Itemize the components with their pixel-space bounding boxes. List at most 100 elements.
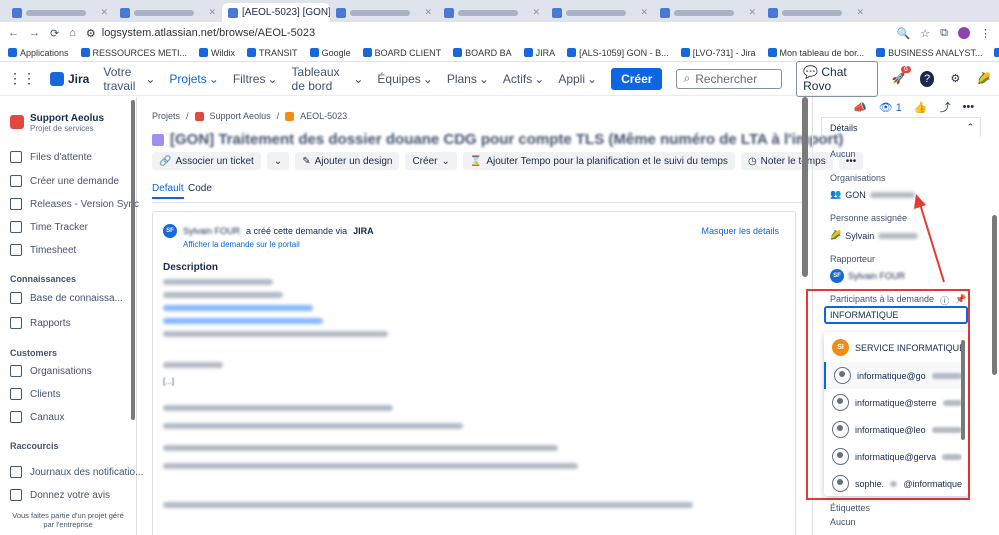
jira-logo[interactable]: Jira xyxy=(50,71,89,86)
option-user[interactable]: informatique@leo xyxy=(824,416,962,443)
nav-item[interactable]: Filtres ⌄ xyxy=(233,65,278,93)
browser-tab[interactable]: ✕ xyxy=(6,3,114,22)
nav-item[interactable]: Équipes ⌄ xyxy=(377,65,432,93)
link-issue-button[interactable]: 🔗 Associer un ticket xyxy=(152,152,261,170)
close-tab-icon[interactable]: ✕ xyxy=(532,7,540,18)
nav-item[interactable]: Projets ⌄ xyxy=(169,65,218,93)
notifications-icon[interactable]: 🚀 6 xyxy=(892,65,911,87)
bookmark-item[interactable]: Google xyxy=(309,48,351,58)
browser-tab[interactable]: ✕ xyxy=(546,3,654,22)
sidebar-item[interactable]: Donnez votre avis xyxy=(10,489,110,501)
create-button[interactable]: Créer xyxy=(611,67,663,90)
bookmark-item[interactable]: TRANSIT xyxy=(247,48,298,58)
participants-input[interactable]: INFORMATIQUE xyxy=(824,306,968,324)
option-user[interactable]: informatique@go xyxy=(824,362,962,389)
crumb-issue-key[interactable]: AEOL-5023 xyxy=(300,111,347,121)
browser-tab[interactable]: ✕ xyxy=(114,3,222,22)
share-icon[interactable]: ⤴ xyxy=(940,99,951,115)
assignee-value[interactable]: 🌽 Sylvain xyxy=(830,230,919,241)
add-design-button[interactable]: ✎ Ajouter un design xyxy=(295,152,400,170)
sidebar-item[interactable]: Rapports xyxy=(10,317,71,329)
bookmark-item[interactable]: Mon tableau de bor... xyxy=(767,48,864,58)
option-user[interactable]: informatique@gerva xyxy=(824,443,962,470)
app-switcher-icon[interactable]: ⋮⋮ xyxy=(8,70,36,87)
back-icon[interactable]: ← xyxy=(8,27,19,39)
crumb-project[interactable]: Support Aeolus xyxy=(210,111,271,121)
more-icon[interactable]: ••• xyxy=(963,101,975,113)
reporter-value[interactable]: SF Sylvain FOUR xyxy=(830,269,905,283)
sidebar-item[interactable]: Clients xyxy=(10,388,61,400)
search-input[interactable]: ⌕ Rechercher xyxy=(676,68,783,89)
bookmark-item[interactable]: BOARD BA xyxy=(453,48,512,58)
bookmark-item[interactable]: [ALS-1059] GON - B... xyxy=(567,48,669,58)
browser-tab[interactable]: ✕ xyxy=(438,3,546,22)
sidebar-item[interactable]: Journaux des notificatio... xyxy=(10,466,143,478)
site-info-icon[interactable]: ⚙ xyxy=(86,27,96,40)
browser-tab[interactable]: ✕ xyxy=(762,3,870,22)
extensions-icon[interactable]: ⧉ xyxy=(940,27,948,40)
close-tab-icon[interactable]: ✕ xyxy=(748,7,756,18)
bookmark-item[interactable]: JIRA xyxy=(523,48,555,58)
close-tab-icon[interactable]: ✕ xyxy=(640,7,648,18)
home-icon[interactable]: ⌂ xyxy=(69,27,76,39)
tab-default[interactable]: Default xyxy=(152,183,184,199)
link-dropdown-button[interactable]: ⌄ xyxy=(266,152,290,170)
url-field[interactable]: ⚙ logsystem.atlassian.net/browse/AEOL-50… xyxy=(86,25,887,41)
profile-icon[interactable] xyxy=(958,27,970,39)
reload-icon[interactable]: ⟳ xyxy=(50,27,59,40)
browser-tab[interactable]: [AEOL-5023] [GON] Trait✕ xyxy=(222,3,330,22)
sidebar-item[interactable]: Canaux xyxy=(10,411,64,423)
announce-icon[interactable]: 📣 xyxy=(853,101,867,114)
settings-gear-icon[interactable]: ⚙ xyxy=(948,71,962,87)
bookmark-item[interactable]: BUSINESS ANALYST... xyxy=(876,48,982,58)
thumbs-up-icon[interactable]: 👍 xyxy=(914,101,928,114)
bookmark-item[interactable]: [TO DO ] Navigateu... xyxy=(994,48,999,58)
tab-code[interactable]: Code xyxy=(188,183,212,194)
bookmark-item[interactable]: Wildix xyxy=(199,48,235,58)
details-header[interactable]: Détails ⌃ xyxy=(821,117,981,137)
nav-item[interactable]: Votre travail ⌄ xyxy=(103,65,155,93)
panel-scrollbar[interactable] xyxy=(992,215,997,375)
nav-item[interactable]: Plans ⌄ xyxy=(447,65,489,93)
watchers-button[interactable]: 👁 1 xyxy=(879,101,902,114)
bookmark-item[interactable]: RESSOURCES METI... xyxy=(80,48,187,58)
sidebar-item[interactable]: Files d'attente xyxy=(10,151,92,163)
option-user[interactable]: informatique@sterre xyxy=(824,389,962,416)
sidebar-item[interactable]: Timesheet xyxy=(10,244,76,256)
chat-rovo-button[interactable]: 💬 Chat Rovo xyxy=(796,60,878,97)
sidebar-item[interactable]: Base de connaissa... xyxy=(10,292,123,304)
nav-item[interactable]: Actifs ⌄ xyxy=(503,65,544,93)
close-tab-icon[interactable]: ✕ xyxy=(856,7,864,18)
user-avatar[interactable]: 🌽 xyxy=(977,71,991,87)
organisation-value[interactable]: 👥 GON xyxy=(830,189,915,200)
create-dropdown-button[interactable]: Créer ⌄ xyxy=(405,152,457,170)
bookmark-item[interactable]: Applications xyxy=(8,48,69,58)
portal-link[interactable]: Afficher la demande sur le portail xyxy=(183,240,300,249)
browser-menu-icon[interactable]: ⋮ xyxy=(980,27,991,40)
add-tempo-button[interactable]: ⌛ Ajouter Tempo pour la planification et … xyxy=(462,152,735,170)
browser-tab[interactable]: ✕ xyxy=(654,3,762,22)
close-tab-icon[interactable]: ✕ xyxy=(208,7,216,18)
close-tab-icon[interactable]: ✕ xyxy=(100,7,108,18)
browser-tab[interactable]: ✕ xyxy=(330,3,438,22)
sidebar-item[interactable]: Releases - Version Sync xyxy=(10,198,139,210)
option-user[interactable]: sophie. @informatique xyxy=(824,470,962,496)
close-tab-icon[interactable]: ✕ xyxy=(424,7,432,18)
main-scrollbar[interactable] xyxy=(802,97,808,277)
help-icon[interactable]: ? xyxy=(919,70,935,87)
bookmark-item[interactable]: [LVO-731] - Jira xyxy=(680,48,756,58)
issue-title[interactable]: [GON] Traitement des dossier douane CDG … xyxy=(152,131,843,148)
sidebar-item[interactable]: Créer une demande xyxy=(10,175,119,187)
option-service-informatique[interactable]: SI SERVICE INFORMATIQUE xyxy=(824,334,962,361)
project-header[interactable]: Support Aeolus Projet de services xyxy=(10,113,104,133)
reporter-name[interactable]: Sylvain FOUR xyxy=(183,226,240,236)
sidebar-scrollbar[interactable] xyxy=(131,100,135,420)
bookmark-item[interactable]: BOARD CLIENT xyxy=(362,48,441,58)
bookmark-star-icon[interactable]: ☆ xyxy=(920,27,930,40)
zoom-icon[interactable]: 🔍 xyxy=(897,27,911,40)
crumb-projects[interactable]: Projets xyxy=(152,111,180,121)
dropdown-scrollbar[interactable] xyxy=(961,340,965,440)
forward-icon[interactable]: → xyxy=(29,27,40,39)
nav-item[interactable]: Appli ⌄ xyxy=(558,65,597,93)
hide-details-link[interactable]: Masquer les détails xyxy=(701,226,779,236)
